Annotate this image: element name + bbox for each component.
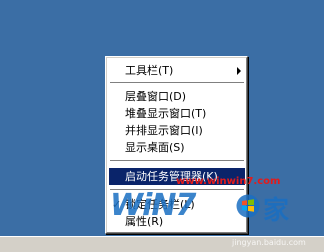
- watermark-logo-text: WiN7: [110, 188, 196, 223]
- watermark-url: www.winwin7.com: [176, 176, 281, 187]
- menu-item-cascade-windows[interactable]: 层叠窗口(D): [109, 88, 245, 105]
- menu-separator: [110, 82, 244, 84]
- menu-item-toolbars[interactable]: 工具栏(T): [109, 62, 245, 79]
- menu-item-label: 工具栏(T): [125, 64, 174, 77]
- submenu-arrow-icon: [237, 67, 241, 75]
- menu-item-label: 堆叠显示窗口(T): [125, 107, 207, 120]
- menu-item-label: 显示桌面(S): [125, 141, 185, 154]
- watermark-logo-suffix: 家: [263, 196, 290, 226]
- menu-item-show-desktop[interactable]: 显示桌面(S): [109, 139, 245, 156]
- menu-item-side-by-side-windows[interactable]: 并排显示窗口(I): [109, 122, 245, 139]
- watermark-logo: WiN7 家: [110, 188, 310, 228]
- windows-flag-icon: [236, 194, 260, 218]
- menu-item-label: 层叠窗口(D): [125, 90, 187, 103]
- menu-item-stack-windows[interactable]: 堆叠显示窗口(T): [109, 105, 245, 122]
- bottom-watermark: jingyan.baidu.com: [232, 238, 306, 247]
- menu-separator: [110, 160, 244, 162]
- menu-item-label: 并排显示窗口(I): [125, 124, 203, 137]
